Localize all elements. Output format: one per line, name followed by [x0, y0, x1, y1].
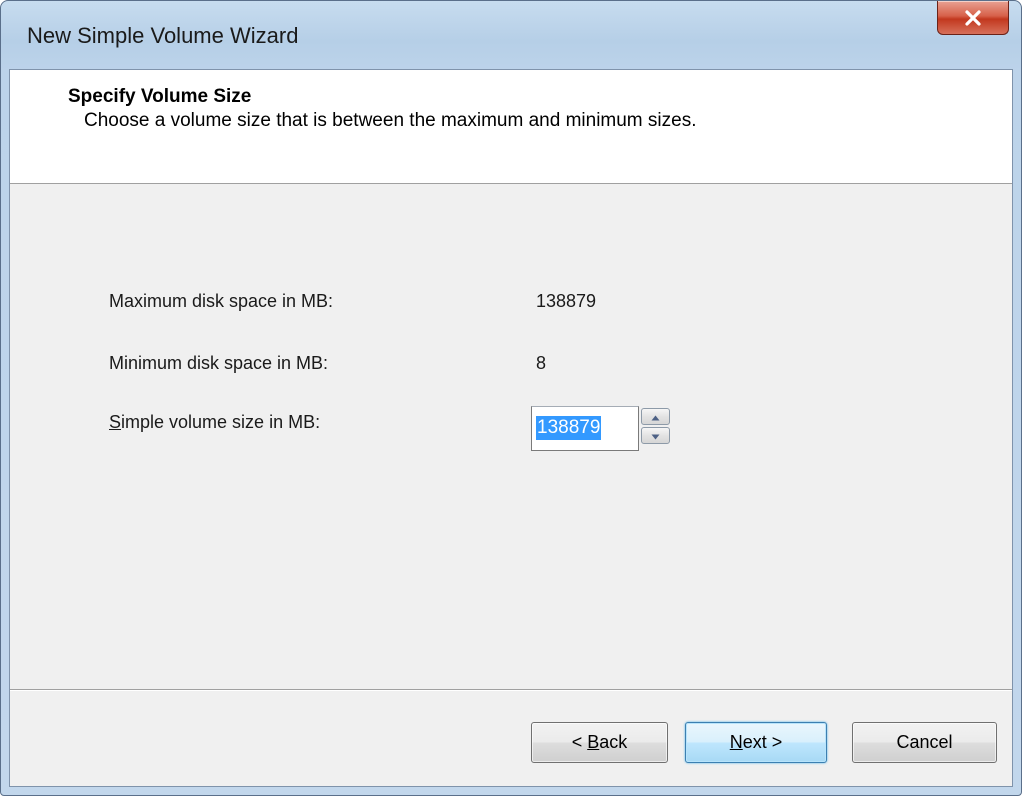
title-bar[interactable]: New Simple Volume Wizard	[1, 1, 1021, 69]
volume-size-label-text: imple volume size in MB:	[121, 412, 321, 432]
arrow-up-icon	[651, 408, 660, 426]
page-subtitle: Choose a volume size that is between the…	[84, 110, 697, 131]
page-title: Specify Volume Size	[68, 86, 252, 107]
next-button-label: Next >	[730, 732, 783, 753]
window-title: New Simple Volume Wizard	[27, 23, 299, 48]
volume-size-input[interactable]: 138879	[531, 406, 639, 451]
spin-up-button[interactable]	[641, 408, 670, 425]
wizard-header: Specify Volume Size Choose a volume size…	[10, 70, 1012, 184]
max-disk-space-label: Maximum disk space in MB:	[109, 291, 334, 311]
next-button[interactable]: Next >	[685, 722, 827, 763]
back-button-text: ack	[599, 732, 628, 752]
volume-size-label: Simple volume size in MB:	[109, 412, 320, 433]
back-button[interactable]: < Back	[531, 722, 668, 763]
next-button-text: ext >	[742, 732, 783, 752]
volume-size-spinner: 138879	[531, 406, 672, 451]
max-disk-space-value: 138879	[536, 291, 597, 311]
cancel-button-label: Cancel	[896, 732, 953, 752]
close-button[interactable]	[937, 1, 1009, 35]
arrow-down-icon	[651, 427, 660, 445]
min-disk-space-label: Minimum disk space in MB:	[109, 353, 329, 373]
back-button-prefix: <	[571, 732, 588, 752]
spinner-buttons	[641, 408, 672, 445]
back-button-label: < Back	[572, 732, 628, 753]
volume-size-input-value: 138879	[536, 416, 602, 440]
next-button-mnemonic: N	[729, 732, 743, 752]
wizard-window: New Simple Volume Wizard Specify Volume …	[0, 0, 1022, 796]
back-button-mnemonic: B	[587, 732, 600, 752]
footer-separator	[10, 689, 1012, 691]
volume-size-label-mnemonic: S	[109, 412, 122, 432]
spin-down-button[interactable]	[641, 427, 670, 444]
wizard-body: Maximum disk space in MB: 138879 Minimum…	[10, 184, 1012, 689]
min-disk-space-value: 8	[536, 353, 547, 373]
wizard-client-area: Specify Volume Size Choose a volume size…	[9, 69, 1013, 787]
close-icon	[963, 9, 983, 27]
cancel-button[interactable]: Cancel	[852, 722, 997, 763]
